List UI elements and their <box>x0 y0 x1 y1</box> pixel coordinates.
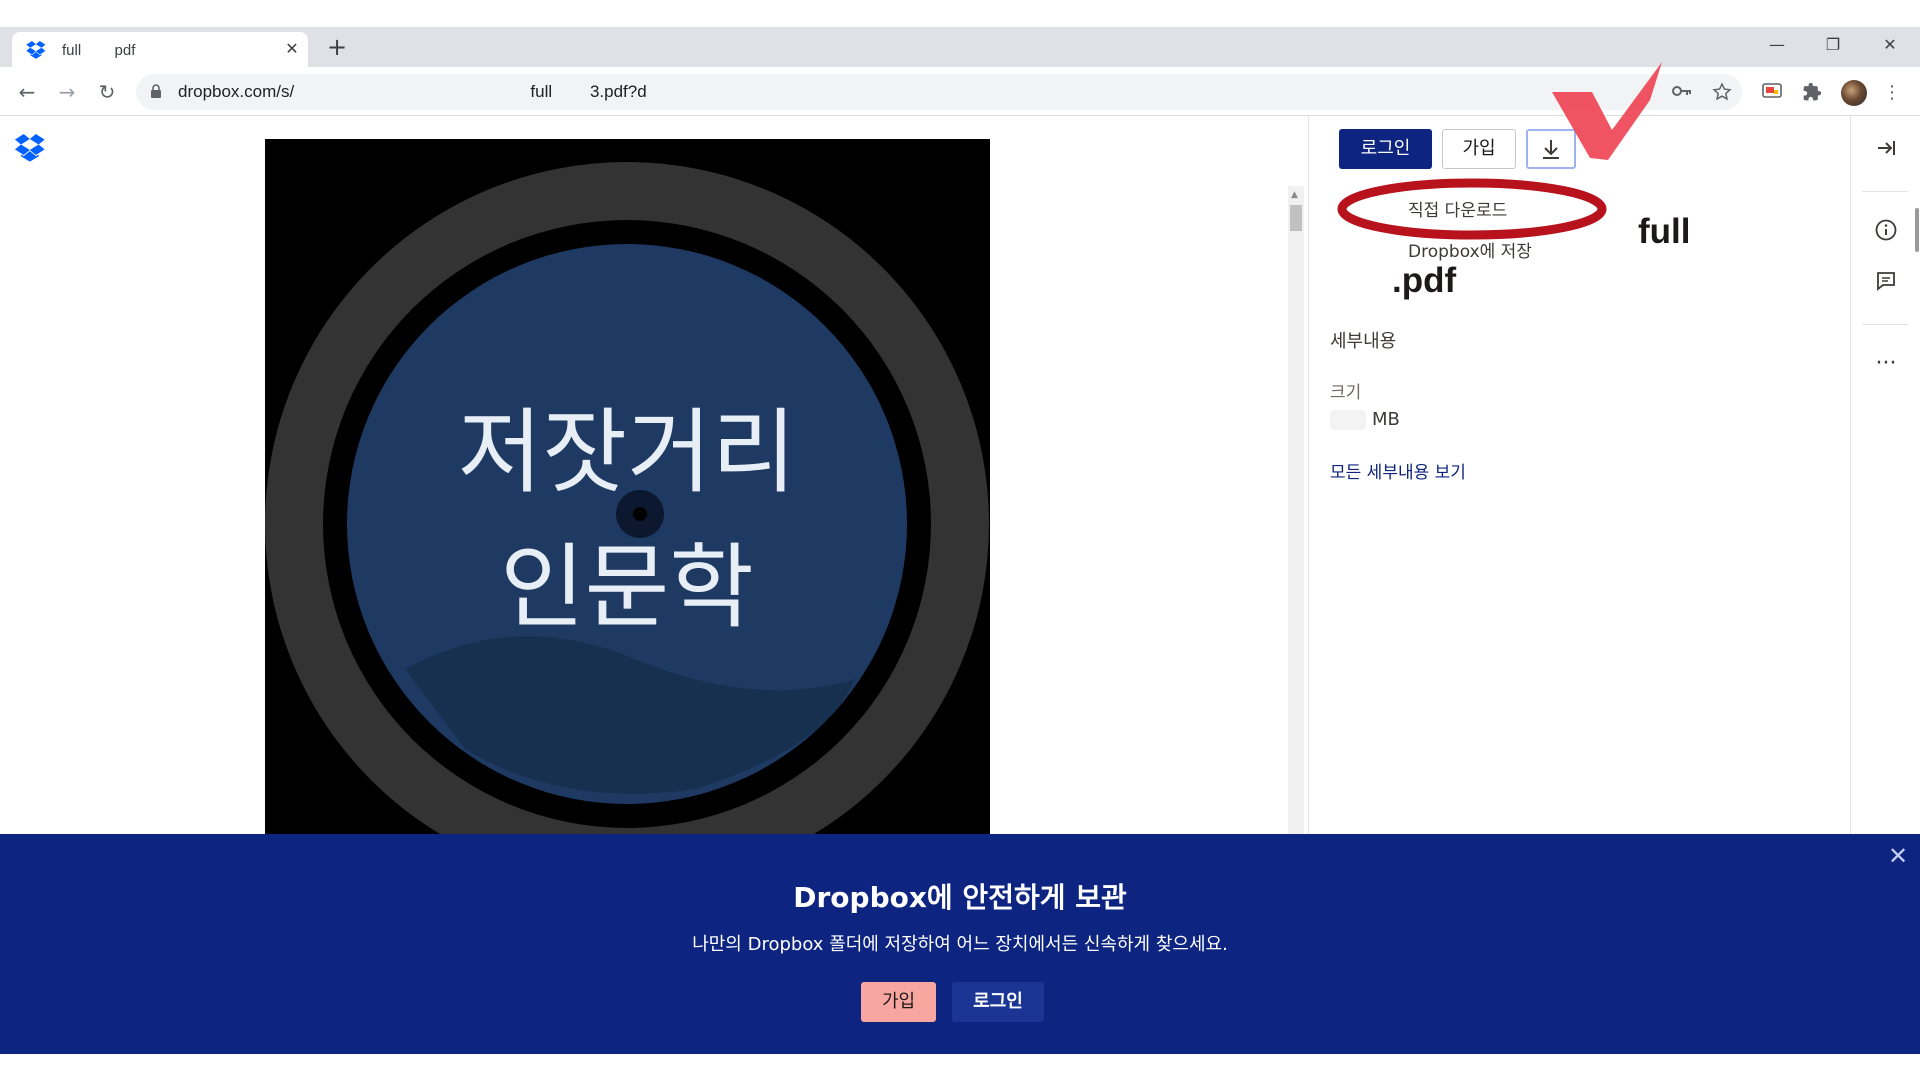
rail-separator <box>1862 191 1908 192</box>
window-close-button[interactable]: ✕ <box>1870 30 1910 60</box>
banner-close-icon[interactable]: ✕ <box>1884 842 1912 870</box>
dropbox-logo-icon[interactable] <box>14 134 46 162</box>
window-minimize-button[interactable]: — <box>1757 30 1797 60</box>
rail-divider <box>1850 116 1851 834</box>
tab-bar: full pdf ✕ <box>0 27 1920 67</box>
view-all-details-link[interactable]: 모든 세부내용 보기 <box>1330 458 1466 483</box>
forward-button[interactable]: → <box>53 79 81 105</box>
panel-divider <box>1308 116 1309 834</box>
cover-title-line1: 저잣거리 <box>458 399 797 506</box>
banner-title: Dropbox에 안전하게 보관 <box>793 881 1127 914</box>
size-label: 크기 <box>1330 383 1362 403</box>
browser-toolbar: ← → ↻ dropbox.com/s/ full 3.pdf?d ⋮ <box>0 67 1920 116</box>
file-name-part: full <box>1638 212 1691 251</box>
signup-button[interactable]: 가입 <box>1442 129 1516 169</box>
window-maximize-button[interactable]: ❐ <box>1813 30 1853 60</box>
bookmark-star-icon[interactable] <box>1710 82 1734 104</box>
size-unit: MB <box>1372 409 1400 430</box>
book-cover-image: 저잣거리 인문학 <box>265 162 989 834</box>
tab-title: full pdf <box>62 42 136 59</box>
new-tab-button[interactable]: + <box>326 34 348 60</box>
banner-subtitle: 나만의 Dropbox 폴더에 저장하여 어느 장치에서든 신속하게 찾으세요. <box>692 934 1228 955</box>
save-to-dropbox-menu-item[interactable]: Dropbox에 저장 <box>1408 237 1532 262</box>
rail-separator <box>1862 324 1908 325</box>
signup-promo-banner: ✕ Dropbox에 안전하게 보관 나만의 Dropbox 폴더에 저장하여 … <box>0 834 1920 1054</box>
banner-signup-button[interactable]: 가입 <box>861 982 936 1022</box>
comment-icon[interactable] <box>1872 269 1900 297</box>
pdf-preview[interactable]: 저잣거리 인문학 <box>265 139 990 834</box>
browser-tab-active[interactable]: full pdf ✕ <box>12 32 308 67</box>
download-button[interactable] <box>1526 129 1576 169</box>
screen-bottom-margin <box>0 1054 1920 1080</box>
tab-close-icon[interactable]: ✕ <box>282 38 302 60</box>
redacted-size-value <box>1330 410 1366 430</box>
profile-avatar[interactable] <box>1841 80 1867 106</box>
download-icon <box>1543 140 1559 159</box>
details-heading: 세부내용 <box>1330 331 1397 352</box>
preview-scrollbar[interactable] <box>1288 186 1304 834</box>
login-button[interactable]: 로그인 <box>1339 129 1432 169</box>
address-bar[interactable]: dropbox.com/s/ full 3.pdf?d <box>136 74 1742 110</box>
more-options-icon[interactable]: ··· <box>1872 350 1900 378</box>
lock-icon <box>151 84 161 98</box>
extensions-puzzle-icon[interactable] <box>1800 82 1824 104</box>
cover-title-line2: 인문학 <box>500 534 754 641</box>
browser-menu-icon[interactable]: ⋮ <box>1880 82 1904 104</box>
cast-extension-icon[interactable] <box>1760 82 1784 104</box>
banner-login-button[interactable]: 로그인 <box>952 982 1044 1022</box>
collapse-panel-icon[interactable] <box>1872 136 1900 164</box>
reload-button[interactable]: ↻ <box>93 79 121 105</box>
scrollbar-thumb[interactable] <box>1290 205 1302 231</box>
rail-active-indicator <box>1915 208 1919 252</box>
key-icon[interactable] <box>1670 82 1694 104</box>
scroll-up-arrow-icon[interactable]: ▲ <box>1291 190 1298 200</box>
url-text: dropbox.com/s/ full 3.pdf?d <box>178 82 647 101</box>
screen-top-margin <box>0 0 1920 27</box>
info-icon[interactable] <box>1872 218 1900 246</box>
back-button[interactable]: ← <box>13 79 41 105</box>
file-extension: .pdf <box>1392 261 1457 300</box>
dropbox-favicon-icon <box>26 41 46 59</box>
direct-download-menu-item[interactable]: 직접 다운로드 <box>1408 196 1507 221</box>
